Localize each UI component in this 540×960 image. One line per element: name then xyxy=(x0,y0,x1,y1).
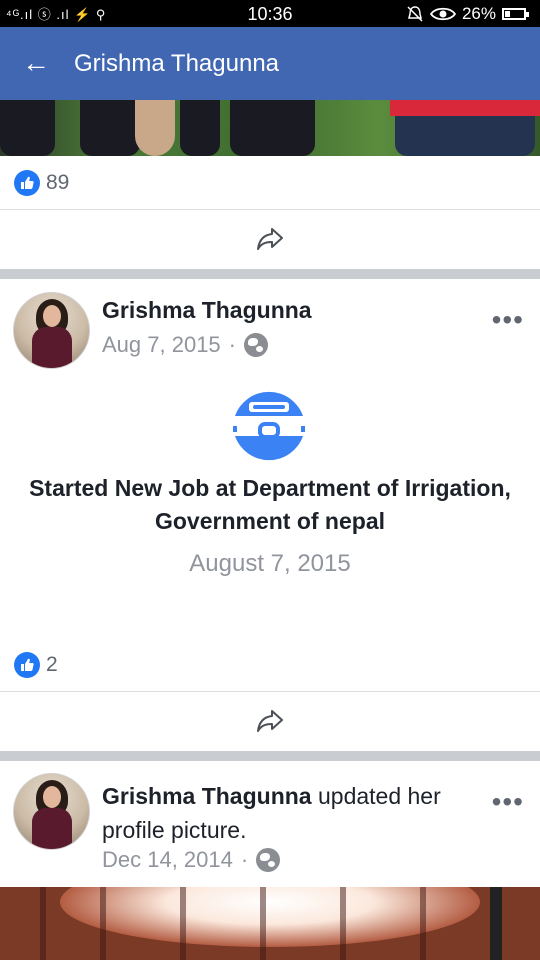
more-options-button[interactable]: ••• xyxy=(492,306,524,334)
post-date-row: Aug 7, 2015 · xyxy=(102,332,268,358)
briefcase-icon xyxy=(232,389,306,463)
battery-icon xyxy=(502,8,529,20)
life-event-date: August 7, 2015 xyxy=(189,550,351,577)
globe-icon xyxy=(244,333,268,357)
globe-icon xyxy=(256,848,281,872)
post-date[interactable]: Dec 14, 2014 xyxy=(102,847,233,873)
dot-separator: · xyxy=(228,332,236,357)
page-title: Grishma Thagunna xyxy=(74,50,280,77)
like-count: 2 xyxy=(46,653,58,676)
post-header-text: Grishma Thagunna updated her profile pic… xyxy=(102,779,482,847)
reaction-summary[interactable]: 2 xyxy=(14,652,58,678)
dot-separator: · xyxy=(240,847,249,872)
like-count: 89 xyxy=(46,171,70,194)
share-button[interactable] xyxy=(0,209,540,268)
status-bar: ⁴ᴳ.ıl ⓢ .ıl ⚡ ⚲ 10:36 26% xyxy=(0,0,540,27)
like-thumb-icon xyxy=(14,652,40,678)
share-arrow-icon xyxy=(257,710,283,732)
profile-picture-photo[interactable] xyxy=(0,887,540,960)
mute-bell-icon xyxy=(407,6,423,22)
feed-separator xyxy=(0,751,540,761)
life-event-title: Started New Job at Department of Irrigat… xyxy=(29,475,511,534)
post-date[interactable]: Aug 7, 2015 xyxy=(102,332,221,358)
app-header: ← Grishma Thagunna xyxy=(0,27,540,100)
battery-percent: 26% xyxy=(461,4,496,23)
like-thumb-icon xyxy=(14,170,40,196)
avatar[interactable] xyxy=(13,773,90,850)
status-right: 26% xyxy=(406,4,529,24)
feed-separator xyxy=(0,269,540,279)
post-date-row: Dec 14, 2014 · xyxy=(102,847,281,873)
post-author[interactable]: Grishma Thagunna xyxy=(102,783,312,809)
avatar[interactable] xyxy=(13,292,90,369)
reaction-summary[interactable]: 89 xyxy=(14,170,69,196)
post-author[interactable]: Grishma Thagunna xyxy=(102,297,312,324)
more-options-button[interactable]: ••• xyxy=(492,788,524,816)
share-arrow-icon xyxy=(257,228,283,250)
share-button[interactable] xyxy=(0,691,540,750)
post-photo-previous[interactable] xyxy=(0,100,540,156)
back-arrow-icon[interactable]: ← xyxy=(22,47,50,79)
eye-icon xyxy=(429,7,456,21)
